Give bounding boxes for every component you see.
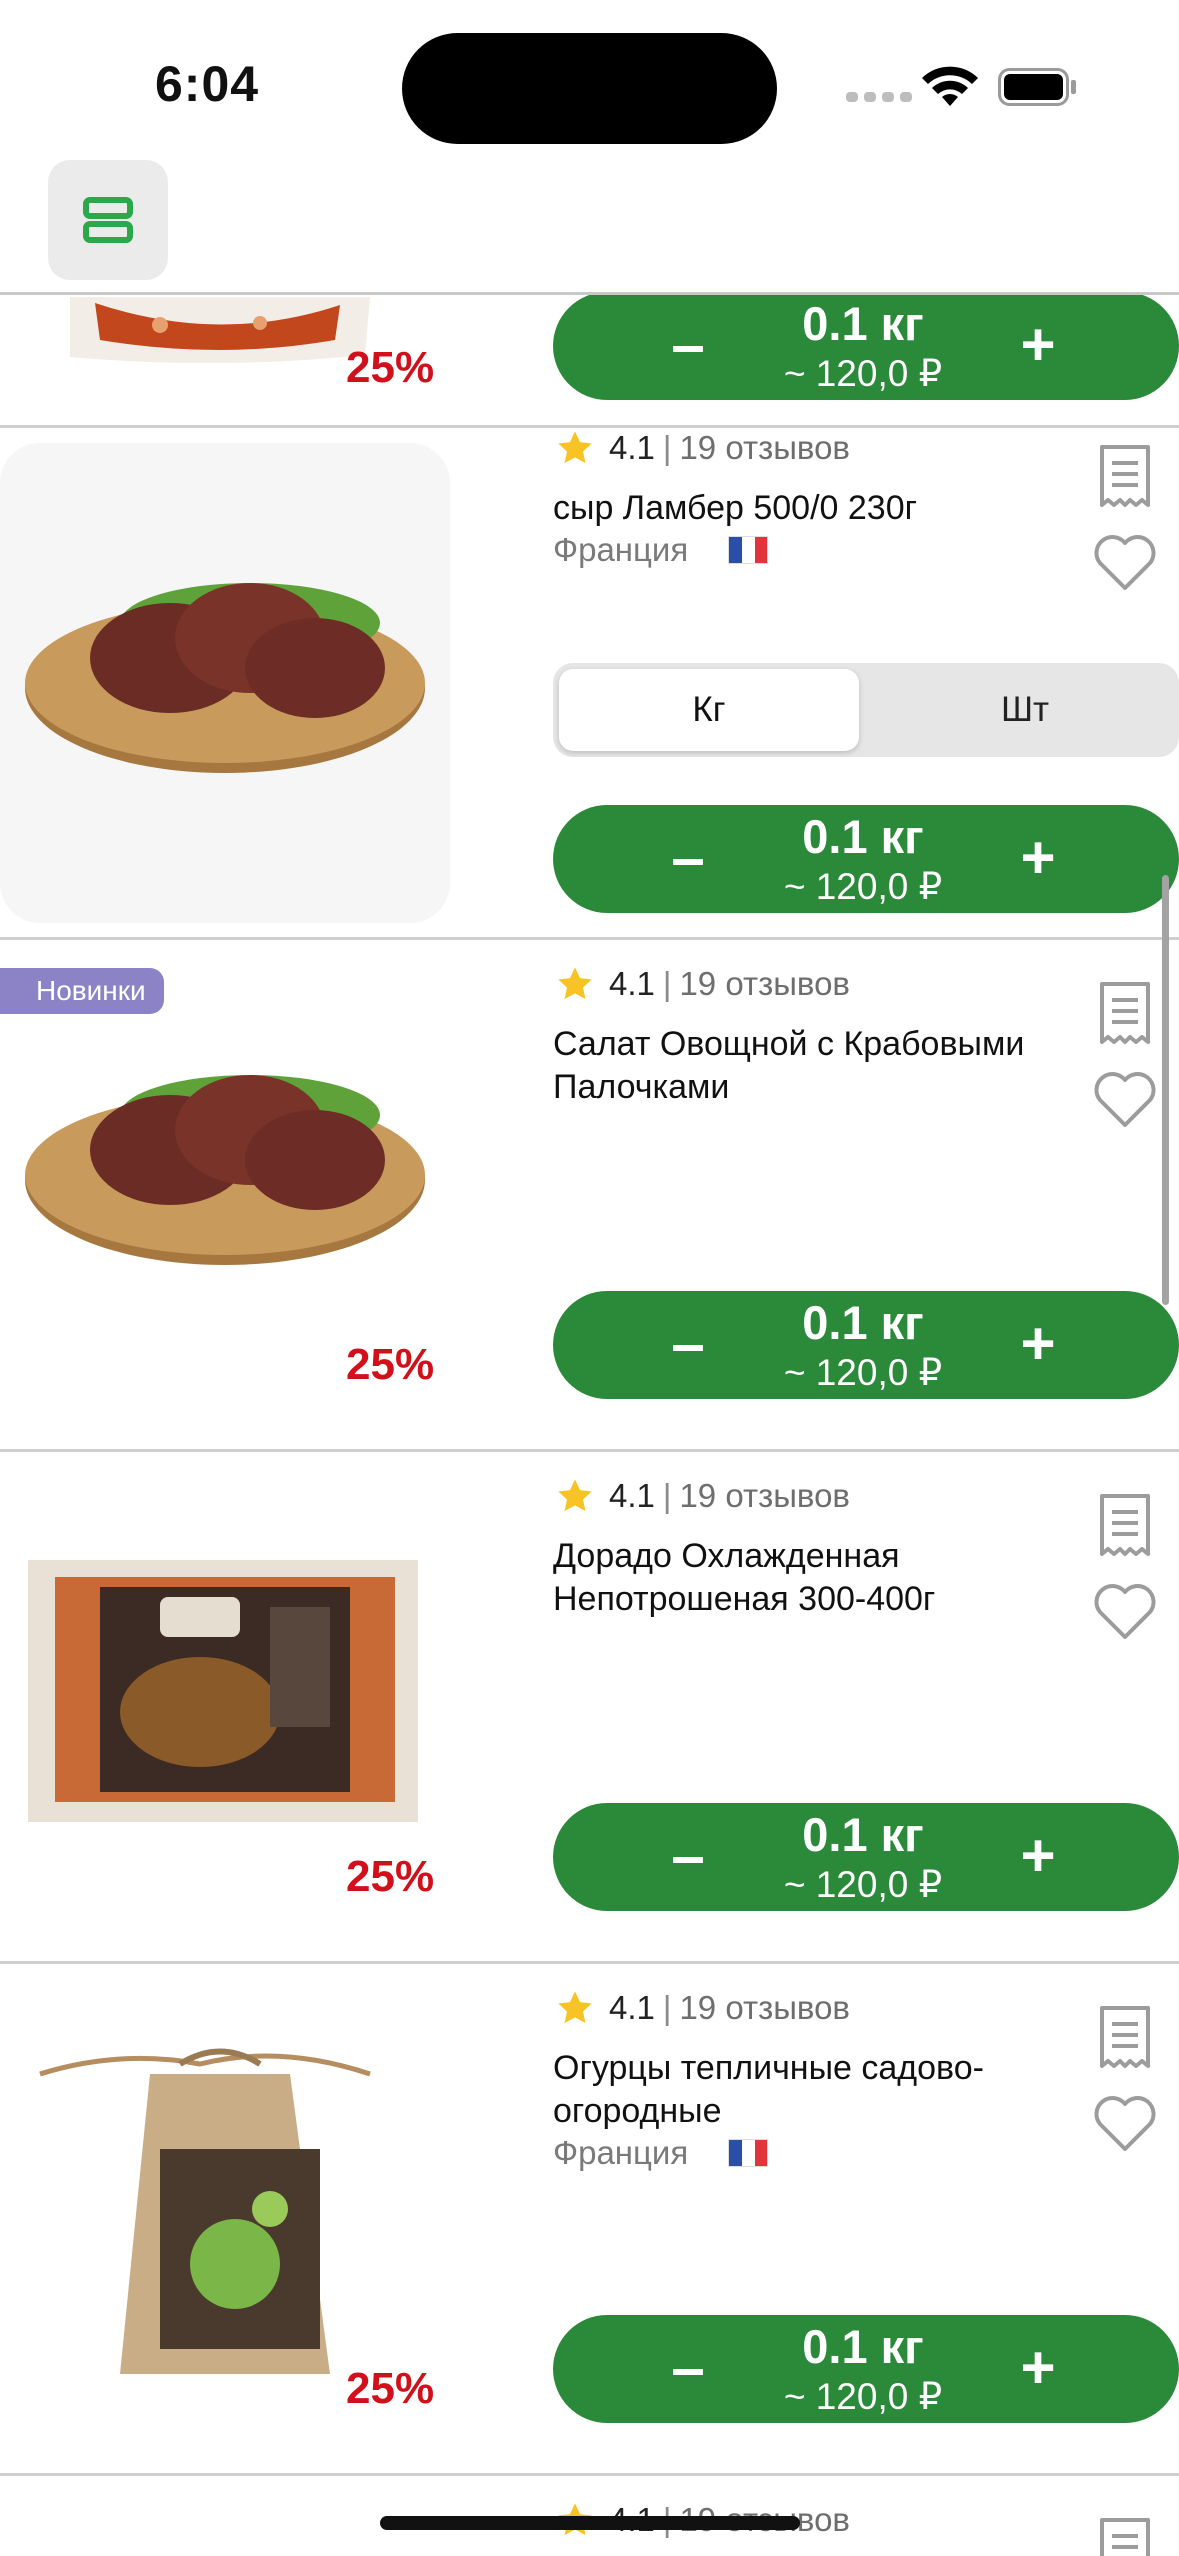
heart-icon[interactable]: [1090, 528, 1160, 598]
product-list[interactable]: 25% – 0.1 кг ~ 120,0 ₽ + 4.1 | 19 отзыво…: [0, 295, 1179, 2556]
top-bar: [0, 150, 1179, 295]
reviews-count: 19 отзывов: [679, 1477, 850, 1514]
unit-option-pcs[interactable]: Шт: [875, 669, 1175, 751]
new-badge: Новинки: [0, 968, 164, 1014]
price-estimate: ~ 120,0 ₽: [783, 353, 943, 394]
rating-value: 4.1: [609, 1989, 655, 2026]
quantity-stepper[interactable]: – 0.1 кг ~ 120,0 ₽ +: [553, 1803, 1179, 1911]
discount-label: 25%: [346, 1852, 435, 1901]
reviews-count: 19 отзывов: [679, 1989, 850, 2026]
quantity-value: 0.1 кг: [802, 2320, 924, 2373]
receipt-icon[interactable]: [1090, 980, 1160, 1050]
france-flag-icon: [728, 2139, 769, 2167]
cellular-signal-icon: [846, 92, 912, 102]
unit-selector[interactable]: Кг Шт: [553, 663, 1179, 757]
layout-rows-icon: [83, 197, 133, 243]
reviews-count: 19 отзывов: [679, 965, 850, 1002]
country-label: Франция: [553, 531, 769, 569]
product-card[interactable]: 25% 4.1 | 19 отзывов Огурцы тепличные са…: [0, 1964, 1179, 2476]
product-image: [39, 2048, 371, 2374]
rating-row: 4.1 | 19 отзывов: [555, 428, 850, 468]
star-icon: [558, 967, 592, 1000]
france-flag-icon: [728, 536, 769, 564]
view-toggle-button[interactable]: [48, 160, 168, 280]
increase-button[interactable]: +: [1003, 1821, 1073, 1891]
decrease-button[interactable]: –: [653, 1309, 723, 1379]
receipt-icon[interactable]: [1090, 2516, 1160, 2556]
product-card[interactable]: 4.1 | 19 отзывов сыр Ламбер 500/0 230г Ф…: [0, 428, 1179, 940]
decrease-button[interactable]: –: [653, 823, 723, 893]
price-estimate: ~ 120,0 ₽: [783, 1864, 943, 1905]
quantity-stepper[interactable]: – 0.1 кг ~ 120,0 ₽ +: [553, 295, 1179, 400]
rating-row: 4.1 | 19 отзывов: [555, 964, 850, 1004]
decrease-button[interactable]: –: [653, 2333, 723, 2403]
heart-icon[interactable]: [1090, 1577, 1160, 1647]
product-name: сыр Ламбер 500/0 230г: [553, 489, 918, 527]
product-card[interactable]: 25% 4.1 | 19 отзывов Дорадо Охлажденная …: [0, 1452, 1179, 1964]
quantity-value: 0.1 кг: [802, 297, 924, 350]
rating-row: 4.1 | 19 отзывов: [555, 1988, 850, 2028]
price-estimate: ~ 120,0 ₽: [783, 866, 943, 907]
rating-value: 4.1: [609, 1477, 655, 1514]
decrease-button[interactable]: –: [653, 310, 723, 380]
increase-button[interactable]: +: [1003, 823, 1073, 893]
product-image: [28, 1560, 418, 1822]
quantity-stepper[interactable]: – 0.1 кг ~ 120,0 ₽ +: [553, 2315, 1179, 2423]
status-bar: 6:04: [0, 0, 1179, 150]
product-card[interactable]: 25% – 0.1 кг ~ 120,0 ₽ +: [0, 295, 1179, 428]
rating-value: 4.1: [609, 965, 655, 1002]
discount-label: 25%: [346, 1340, 435, 1389]
increase-button[interactable]: +: [1003, 1309, 1073, 1379]
rating-value: 4.1: [609, 429, 655, 466]
price-estimate: ~ 120,0 ₽: [783, 1352, 943, 1393]
heart-icon[interactable]: [1090, 2089, 1160, 2159]
quantity-stepper[interactable]: – 0.1 кг ~ 120,0 ₽ +: [553, 1291, 1179, 1399]
dynamic-island: [402, 33, 777, 144]
quantity-value: 0.1 кг: [802, 1296, 924, 1349]
star-icon: [558, 1479, 592, 1512]
status-time: 6:04: [155, 56, 260, 112]
discount-label: 25%: [346, 2364, 435, 2413]
battery-icon: [998, 68, 1076, 106]
star-icon: [558, 431, 592, 464]
quantity-stepper[interactable]: – 0.1 кг ~ 120,0 ₽ +: [553, 805, 1179, 913]
discount-label: 25%: [346, 343, 435, 392]
quantity-value: 0.1 кг: [802, 1808, 924, 1861]
receipt-icon[interactable]: [1090, 443, 1160, 513]
product-image: [0, 443, 450, 923]
star-icon: [558, 1991, 592, 2024]
product-image: [25, 1075, 425, 1265]
receipt-icon[interactable]: [1090, 1492, 1160, 1562]
product-name: Салат Овощной с Крабовыми Палочками: [553, 1025, 1025, 1106]
quantity-value: 0.1 кг: [802, 810, 924, 863]
price-estimate: ~ 120,0 ₽: [783, 2376, 943, 2417]
unit-option-kg[interactable]: Кг: [559, 669, 859, 751]
increase-button[interactable]: +: [1003, 2333, 1073, 2403]
receipt-icon[interactable]: [1090, 2004, 1160, 2074]
scroll-indicator[interactable]: [1162, 875, 1169, 1305]
decrease-button[interactable]: –: [653, 1821, 723, 1891]
increase-button[interactable]: +: [1003, 310, 1073, 380]
wifi-icon: [922, 66, 978, 106]
heart-icon[interactable]: [1090, 1065, 1160, 1135]
product-name: Огурцы тепличные садово-огородные: [553, 2049, 984, 2130]
country-label: Франция: [553, 2134, 769, 2172]
reviews-count: 19 отзывов: [679, 429, 850, 466]
product-name: Дорадо Охлажденная Непотрошеная 300-400г: [553, 1537, 936, 1618]
product-card[interactable]: Новинки 25% 4.1 | 19 отзывов Салат Овощн…: [0, 940, 1179, 1452]
home-indicator[interactable]: [380, 2516, 800, 2530]
rating-row: 4.1 | 19 отзывов: [555, 1476, 850, 1516]
